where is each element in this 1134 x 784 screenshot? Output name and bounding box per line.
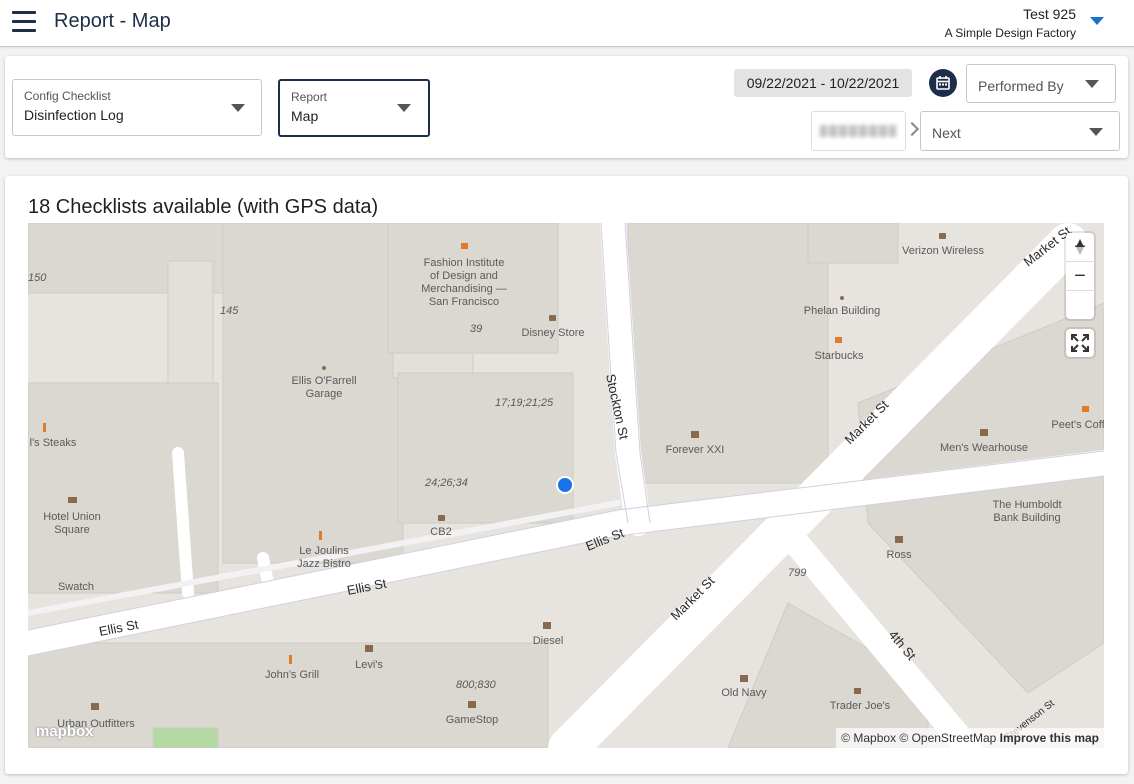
- svg-text:24;26;34: 24;26;34: [424, 477, 468, 489]
- compass-icon[interactable]: [1066, 239, 1094, 319]
- calendar-icon[interactable]: [929, 69, 957, 97]
- svg-text:799: 799: [788, 567, 806, 579]
- blurred-field: [811, 111, 906, 151]
- map-label: Disney Store: [522, 327, 585, 339]
- next-label: Next: [932, 125, 961, 141]
- map-label: John's Grill: [265, 669, 319, 681]
- map-label: Old Navy: [721, 687, 767, 699]
- map-label: Verizon Wireless: [902, 245, 984, 257]
- map-canvas[interactable]: 150 145 39 17;19;21;25 24;26;34 800;830 …: [28, 223, 1104, 748]
- map-label: Peet's Coff: [1051, 419, 1104, 431]
- report-value: Map: [291, 108, 319, 124]
- map-label: Merchandising —: [421, 283, 507, 295]
- filter-panel: Config Checklist Disinfection Log Report…: [5, 56, 1128, 158]
- map-label: Ross: [886, 549, 912, 561]
- map-label: l's Steaks: [30, 437, 77, 449]
- chevron-right-icon: [904, 121, 920, 137]
- svg-text:145: 145: [220, 305, 239, 317]
- map-heading: 18 Checklists available (with GPS data): [28, 196, 379, 218]
- map-label: Forever XXI: [666, 444, 725, 456]
- map-label: Bank Building: [993, 512, 1060, 524]
- fullscreen-icon[interactable]: [1066, 329, 1094, 357]
- performed-by-label: Performed By: [978, 78, 1064, 94]
- location-marker[interactable]: [556, 476, 574, 494]
- improve-map-link[interactable]: Improve this map: [1000, 731, 1099, 745]
- svg-text:150: 150: [28, 272, 47, 284]
- map-panel: 18 Checklists available (with GPS data): [5, 176, 1128, 774]
- map-label: Hotel Union: [43, 511, 100, 523]
- map-label: Phelan Building: [804, 305, 880, 317]
- user-info[interactable]: Test 925 A Simple Design Factory: [945, 6, 1076, 40]
- map-label: Men's Wearhouse: [940, 442, 1028, 454]
- attribution-text: © Mapbox © OpenStreetMap: [841, 731, 997, 745]
- report-select[interactable]: Report Map: [278, 79, 430, 137]
- map-label: Le Joulins: [299, 545, 349, 557]
- map-label: CB2: [430, 526, 451, 538]
- user-menu-caret-icon[interactable]: [1090, 17, 1104, 25]
- map-label: Fashion Institute: [424, 257, 505, 269]
- map-label: of Design and: [430, 270, 498, 282]
- date-range[interactable]: 09/22/2021 - 10/22/2021: [734, 69, 912, 97]
- config-checklist-select[interactable]: Config Checklist Disinfection Log: [12, 79, 262, 136]
- org-name: A Simple Design Factory: [944, 26, 1076, 40]
- zoom-out-button[interactable]: −: [1066, 262, 1094, 291]
- report-label: Report: [291, 90, 328, 104]
- chevron-down-icon: [1089, 128, 1103, 136]
- chevron-down-icon: [231, 104, 245, 112]
- map-label: Starbucks: [815, 350, 864, 362]
- performed-by-select[interactable]: Performed By: [966, 64, 1116, 103]
- map-label: Trader Joe's: [830, 700, 891, 712]
- zoom-controls: + −: [1066, 233, 1094, 319]
- next-select[interactable]: Next: [920, 111, 1120, 151]
- map-attribution: © Mapbox © OpenStreetMap Improve this ma…: [836, 728, 1104, 748]
- app-bar: Report - Map Test 925 A Simple Design Fa…: [0, 0, 1134, 47]
- map-label: Square: [54, 524, 89, 536]
- chevron-down-icon: [1085, 80, 1099, 88]
- map-label: San Francisco: [429, 296, 499, 308]
- chevron-down-icon: [397, 104, 411, 112]
- svg-text:800;830: 800;830: [456, 679, 497, 691]
- map-label: Diesel: [533, 635, 564, 647]
- map-label: The Humboldt: [992, 499, 1061, 511]
- map-label: Swatch: [58, 581, 94, 593]
- mapbox-logo[interactable]: mapbox: [36, 723, 94, 740]
- svg-text:17;19;21;25: 17;19;21;25: [495, 397, 554, 409]
- page-title: Report - Map: [54, 10, 171, 32]
- svg-text:39: 39: [470, 323, 482, 335]
- config-checklist-value: Disinfection Log: [24, 107, 124, 123]
- map-label: GameStop: [446, 714, 499, 726]
- map-label: Garage: [306, 388, 343, 400]
- map-label: Ellis O'Farrell: [291, 375, 356, 387]
- hamburger-menu-icon[interactable]: [12, 11, 36, 33]
- user-name: Test 925: [1023, 6, 1076, 22]
- map-label: Jazz Bistro: [297, 558, 351, 570]
- config-checklist-label: Config Checklist: [24, 89, 111, 103]
- map-label: Levi's: [355, 659, 383, 671]
